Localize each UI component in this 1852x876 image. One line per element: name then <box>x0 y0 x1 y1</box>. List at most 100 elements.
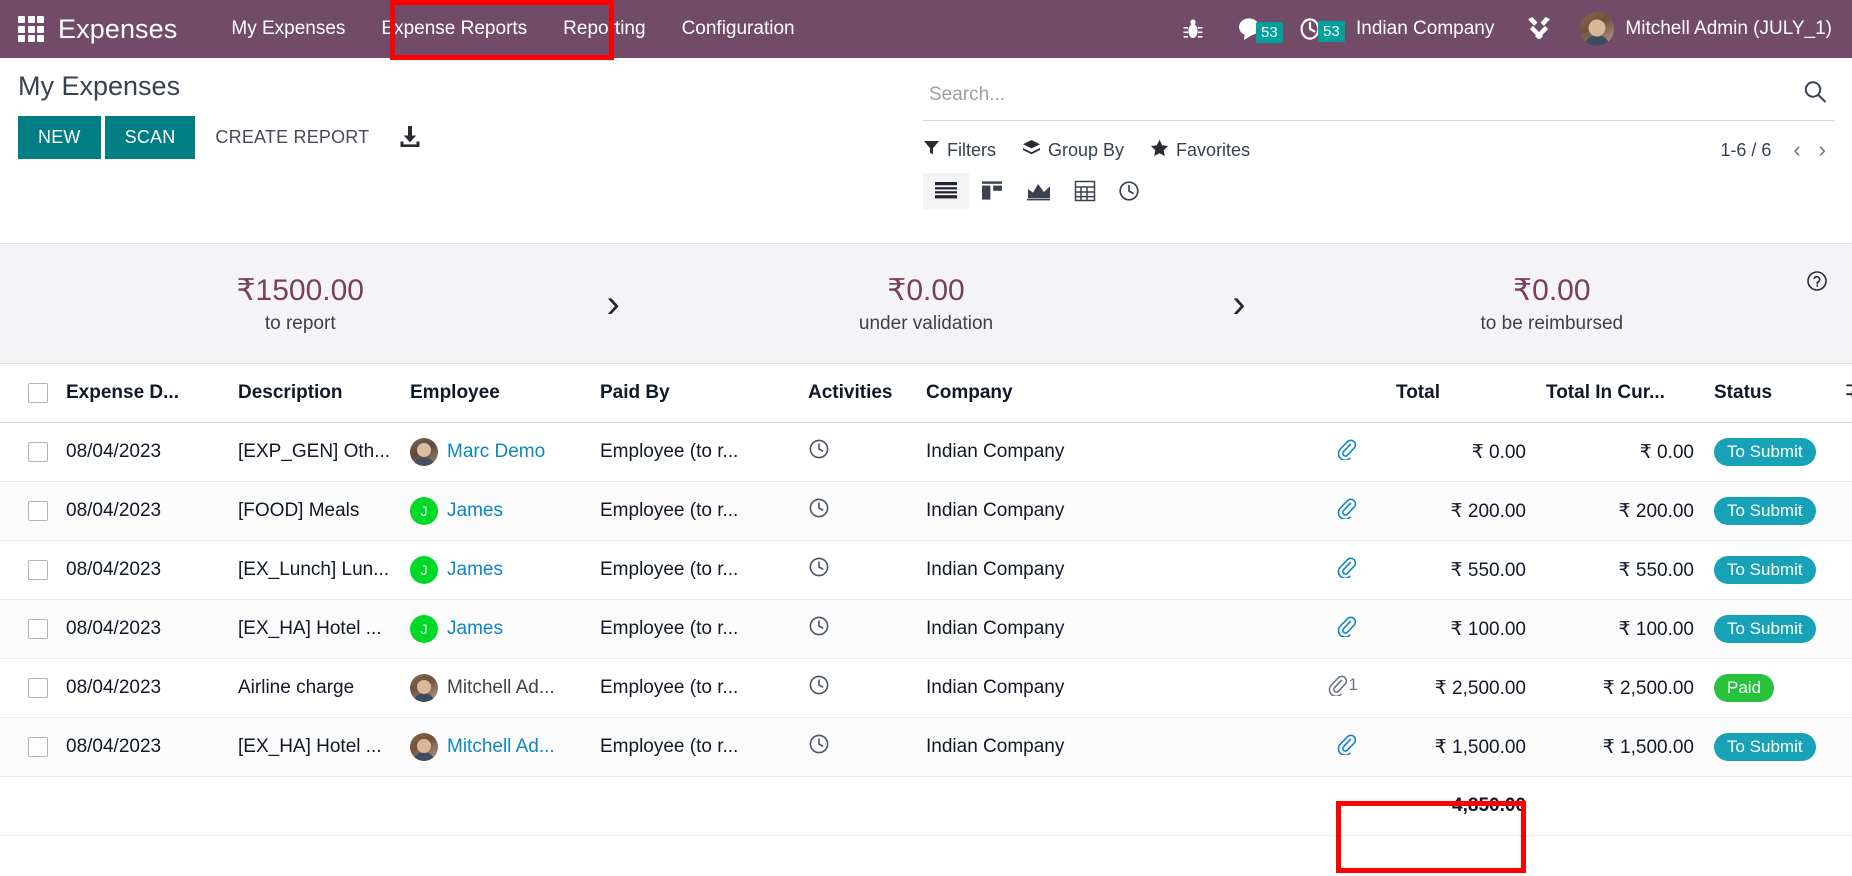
cell-company[interactable]: Indian Company <box>916 422 1216 482</box>
cell-activities[interactable] <box>798 658 916 718</box>
table-row[interactable]: 08/04/2023 [EX_HA] Hotel ... Mitchell Ad… <box>0 717 1852 777</box>
row-checkbox[interactable] <box>28 441 48 462</box>
cell-total-in-currency[interactable]: ₹ 200.00 <box>1536 481 1704 541</box>
cell-paid-by[interactable]: Employee (to r... <box>590 658 798 718</box>
cell-employee[interactable]: J James <box>400 481 590 541</box>
cell-employee[interactable]: J James <box>400 599 590 659</box>
menu-reporting[interactable]: Reporting <box>545 0 663 58</box>
user-menu[interactable]: Mitchell Admin (JULY_1) <box>1570 12 1838 46</box>
activity-view-icon[interactable] <box>1107 173 1151 209</box>
cell-total[interactable]: ₹ 550.00 <box>1386 540 1536 600</box>
cell-status[interactable]: To Submit <box>1704 717 1834 777</box>
cell-employee[interactable]: J James <box>400 540 590 600</box>
favorites-dropdown[interactable]: Favorites <box>1150 139 1250 162</box>
stat-under-validation[interactable]: ₹0.00 under validation <box>626 272 1226 336</box>
select-all-checkbox[interactable] <box>28 382 48 403</box>
cell-total[interactable]: ₹ 0.00 <box>1386 422 1536 482</box>
table-row[interactable]: 08/04/2023 [FOOD] Meals J James Employee… <box>0 481 1852 541</box>
cell-company[interactable]: Indian Company <box>916 717 1216 777</box>
header-company[interactable]: Company <box>916 364 1216 423</box>
cell-total-in-currency[interactable]: ₹ 100.00 <box>1536 599 1704 659</box>
activities-icon[interactable]: 53 <box>1282 15 1345 43</box>
cell-total[interactable]: ₹ 1,500.00 <box>1386 717 1536 777</box>
cell-activities[interactable] <box>798 540 916 600</box>
cell-company[interactable]: Indian Company <box>916 599 1216 659</box>
list-view-icon[interactable] <box>923 173 969 209</box>
cell-company[interactable]: Indian Company <box>916 540 1216 600</box>
cell-expense-date[interactable]: 08/04/2023 <box>56 717 228 777</box>
cell-status[interactable]: To Submit <box>1704 599 1834 659</box>
cell-paid-by[interactable]: Employee (to r... <box>590 540 798 600</box>
upload-download-icon[interactable] <box>385 116 435 158</box>
header-total-in-currency[interactable]: Total In Cur... <box>1536 364 1704 423</box>
filters-dropdown[interactable]: Filters <box>923 139 996 161</box>
table-row[interactable]: 08/04/2023 Airline charge Mitchell Ad...… <box>0 658 1852 718</box>
cell-status[interactable]: To Submit <box>1704 481 1834 541</box>
graph-view-icon[interactable] <box>1015 173 1063 209</box>
cell-description[interactable]: [FOOD] Meals <box>228 481 400 541</box>
cell-paid-by[interactable]: Employee (to r... <box>590 422 798 482</box>
cell-employee[interactable]: Marc Demo <box>400 422 590 482</box>
search-icon[interactable] <box>1802 79 1828 110</box>
cell-description[interactable]: [EX_Lunch] Lun... <box>228 540 400 600</box>
header-activities[interactable]: Activities <box>798 364 916 423</box>
cell-expense-date[interactable]: 08/04/2023 <box>56 481 228 541</box>
help-circle-icon[interactable] <box>1806 270 1828 297</box>
cell-description[interactable]: [EXP_GEN] Oth... <box>228 422 400 482</box>
cell-paid-by[interactable]: Employee (to r... <box>590 717 798 777</box>
menu-expense-reports[interactable]: Expense Reports <box>363 0 545 58</box>
cell-paid-by[interactable]: Employee (to r... <box>590 599 798 659</box>
menu-configuration[interactable]: Configuration <box>664 0 813 58</box>
header-employee[interactable]: Employee <box>400 364 590 423</box>
scan-button[interactable]: SCAN <box>104 115 196 159</box>
cell-status[interactable]: To Submit <box>1704 540 1834 600</box>
kanban-view-icon[interactable] <box>969 173 1015 209</box>
table-row[interactable]: 08/04/2023 [EXP_GEN] Oth... Marc Demo Em… <box>0 422 1852 482</box>
cell-attachments[interactable]: 1 <box>1216 658 1386 718</box>
cell-attachments[interactable] <box>1216 422 1386 482</box>
cell-description[interactable]: [EX_HA] Hotel ... <box>228 717 400 777</box>
cell-attachments[interactable] <box>1216 599 1386 659</box>
cell-activities[interactable] <box>798 481 916 541</box>
messages-icon[interactable]: 53 <box>1220 16 1283 43</box>
cell-expense-date[interactable]: 08/04/2023 <box>56 599 228 659</box>
header-expense-date[interactable]: Expense D... <box>56 364 228 423</box>
table-row[interactable]: 08/04/2023 [EX_Lunch] Lun... J James Emp… <box>0 540 1852 600</box>
header-status[interactable]: Status <box>1704 364 1834 423</box>
column-options-icon[interactable] <box>1834 364 1852 423</box>
cell-total-in-currency[interactable]: ₹ 2,500.00 <box>1536 658 1704 718</box>
cell-status[interactable]: To Submit <box>1704 422 1834 482</box>
cell-attachments[interactable] <box>1216 481 1386 541</box>
stat-to-be-reimbursed[interactable]: ₹0.00 to be reimbursed <box>1252 272 1852 336</box>
cell-activities[interactable] <box>798 599 916 659</box>
row-checkbox[interactable] <box>28 618 48 639</box>
cell-description[interactable]: Airline charge <box>228 658 400 718</box>
cell-attachments[interactable] <box>1216 717 1386 777</box>
cell-company[interactable]: Indian Company <box>916 658 1216 718</box>
row-checkbox[interactable] <box>28 559 48 580</box>
cell-total[interactable]: ₹ 200.00 <box>1386 481 1536 541</box>
row-checkbox[interactable] <box>28 677 48 698</box>
cell-employee[interactable]: Mitchell Ad... <box>400 717 590 777</box>
cell-company[interactable]: Indian Company <box>916 481 1216 541</box>
cell-employee[interactable]: Mitchell Ad... <box>400 658 590 718</box>
cell-attachments[interactable] <box>1216 540 1386 600</box>
new-button[interactable]: NEW <box>18 115 101 159</box>
header-total[interactable]: Total <box>1386 364 1536 423</box>
cell-status[interactable]: Paid <box>1704 658 1834 718</box>
chevron-right-icon[interactable]: › <box>1811 137 1834 163</box>
cell-description[interactable]: [EX_HA] Hotel ... <box>228 599 400 659</box>
row-checkbox[interactable] <box>28 500 48 521</box>
cell-total-in-currency[interactable]: ₹ 0.00 <box>1536 422 1704 482</box>
search-input[interactable] <box>929 83 1802 106</box>
apps-grid-icon[interactable] <box>18 16 44 42</box>
create-report-button[interactable]: CREATE REPORT <box>199 116 385 159</box>
cell-activities[interactable] <box>798 717 916 777</box>
cell-activities[interactable] <box>798 422 916 482</box>
header-description[interactable]: Description <box>228 364 400 423</box>
wrench-screwdriver-icon[interactable] <box>1508 14 1570 44</box>
chevron-left-icon[interactable]: ‹ <box>1785 137 1808 163</box>
pivot-view-icon[interactable] <box>1063 173 1107 209</box>
group-by-dropdown[interactable]: Group By <box>1022 139 1124 162</box>
cell-total[interactable]: ₹ 100.00 <box>1386 599 1536 659</box>
